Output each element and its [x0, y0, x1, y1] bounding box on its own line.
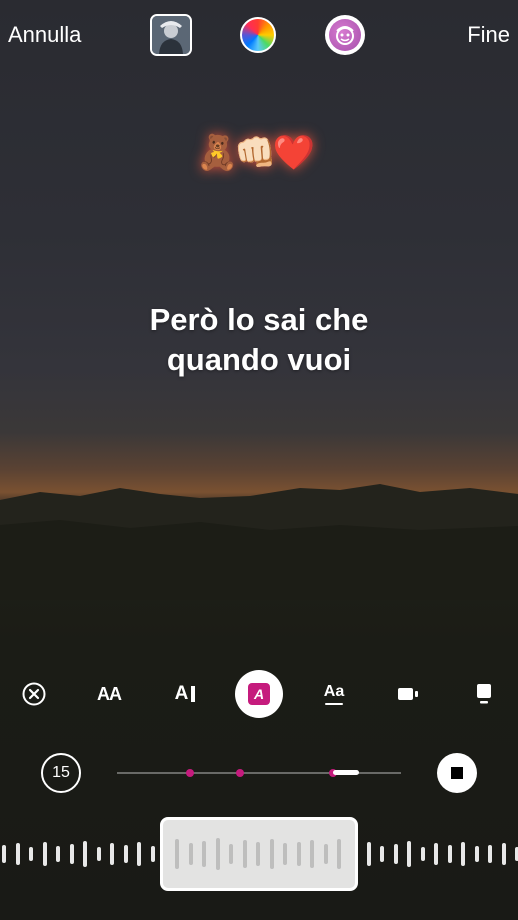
lyrics-sticker[interactable]: Però lo sai che quando vuoi	[0, 300, 518, 380]
waveform-bar	[242, 840, 247, 868]
waveform-bar	[175, 839, 179, 869]
timeline-current-segment	[333, 770, 359, 775]
waveform-bar	[269, 839, 274, 869]
text-font-button[interactable]: Aa	[308, 668, 360, 720]
waveform-bar	[83, 841, 87, 867]
waveform-bar	[42, 842, 47, 866]
clip-selector[interactable]	[160, 817, 358, 891]
waveform-bar	[110, 843, 114, 865]
close-style-button[interactable]	[8, 668, 60, 720]
heart-emoji: ❤️	[272, 134, 315, 172]
waveform-bar	[323, 844, 328, 864]
teddy-bear-emoji: 🧸	[196, 134, 238, 172]
done-button[interactable]: Fine	[467, 22, 510, 48]
text-size-button[interactable]: AA	[83, 668, 135, 720]
waveform-bar	[96, 847, 101, 861]
waveform-bar	[380, 846, 384, 862]
cancel-button[interactable]: Annulla	[8, 22, 81, 48]
text-style-button[interactable]: A	[159, 668, 211, 720]
duration-button[interactable]: 15	[41, 753, 81, 793]
text-font-icon: Aa	[324, 683, 344, 705]
text-size-icon: AA	[97, 683, 122, 704]
waveform-bar	[434, 843, 438, 865]
emoji-sticker[interactable]: 🧸👊🏻❤️	[196, 133, 315, 173]
color-wheel-icon[interactable]	[240, 17, 276, 53]
waveform-bar	[69, 844, 74, 864]
waveform-bar	[2, 845, 6, 863]
lyrics-timeline[interactable]	[117, 769, 401, 777]
face-filter-icon	[329, 19, 361, 51]
card-style-button[interactable]	[458, 668, 510, 720]
waveform-bar	[229, 844, 233, 864]
album-cover-thumbnail[interactable]	[150, 14, 192, 56]
waveform-bar	[56, 846, 60, 862]
text-style-icon: A	[175, 683, 196, 705]
waveform-bar	[15, 843, 20, 865]
waveform-bar	[407, 841, 411, 867]
face-filter-button[interactable]	[325, 15, 365, 55]
waveform-bar	[150, 846, 155, 862]
waveform-bar	[202, 841, 206, 867]
waveform-bar	[366, 842, 371, 866]
lyrics-style-toolbar: AA A A Aa	[0, 668, 518, 720]
waveform-bar	[296, 842, 301, 866]
video-mode-button[interactable]	[383, 668, 435, 720]
card-style-icon	[477, 684, 491, 704]
top-bar: Annulla Fine	[0, 0, 518, 72]
waveform-bar	[283, 843, 287, 865]
waveform-bar	[337, 839, 341, 869]
lyrics-line: Però lo sai che	[149, 302, 369, 337]
waveform-bar	[188, 843, 193, 865]
waveform-bar	[420, 847, 425, 861]
waveform-bar	[474, 846, 479, 862]
waveform-bar	[137, 842, 141, 866]
waveform-bar	[256, 842, 260, 866]
text-highlight-button[interactable]: A	[235, 670, 283, 718]
fist-bump-emoji: 👊🏻	[234, 134, 276, 172]
stop-button[interactable]	[437, 753, 477, 793]
waveform-bar	[393, 844, 398, 864]
timeline-marker	[186, 769, 194, 777]
waveform-bar	[123, 845, 128, 863]
waveform-bar	[447, 845, 452, 863]
text-highlight-icon: A	[248, 683, 270, 705]
waveform-bar	[310, 840, 314, 868]
stop-icon	[451, 767, 463, 779]
album-art-icon	[152, 16, 190, 54]
timeline-marker	[236, 769, 244, 777]
story-editor-screen: Annulla Fine 🧸�	[0, 0, 518, 920]
waveform-bar	[29, 847, 33, 861]
waveform-bar	[215, 838, 220, 870]
waveform-bar	[461, 842, 465, 866]
background-landscape	[0, 484, 518, 600]
lyrics-line: quando vuoi	[166, 342, 352, 377]
waveform-bar	[501, 843, 506, 865]
video-camera-icon	[398, 688, 418, 700]
close-circle-icon	[22, 682, 46, 706]
waveform-bar	[488, 845, 492, 863]
